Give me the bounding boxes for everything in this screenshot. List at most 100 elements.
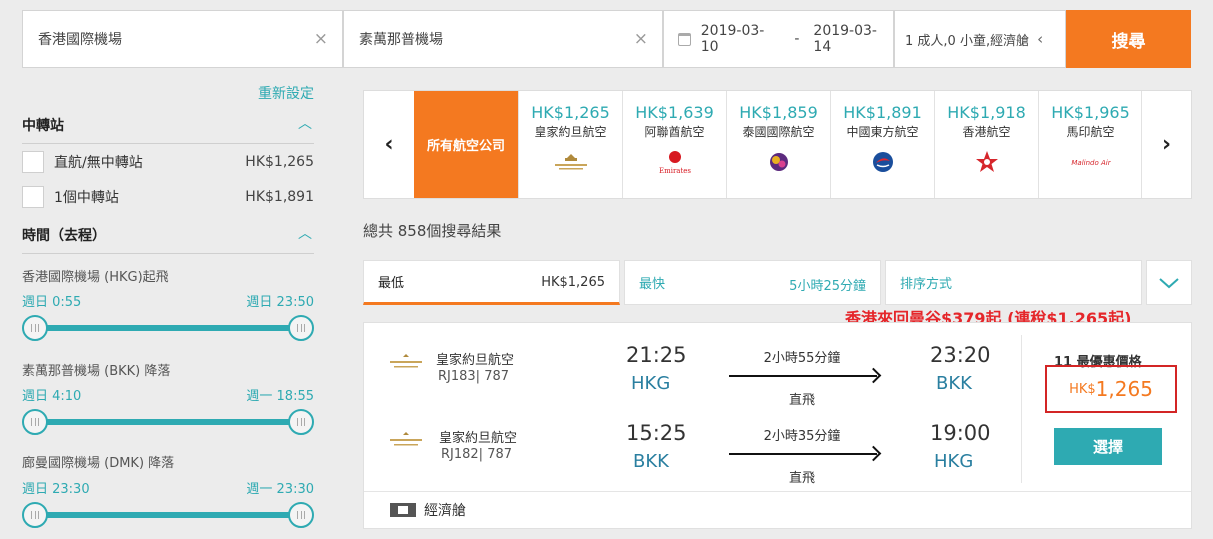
airline-name: 馬印航空 [1066, 125, 1115, 139]
arrival-time: 23:20 [930, 343, 991, 367]
stop-option-label: 1個中轉站 [54, 190, 119, 206]
time-title: 時間（去程） [22, 228, 106, 244]
emirates-logo-icon: Emirates [623, 150, 726, 175]
carousel-next-icon[interactable]: › [1141, 91, 1191, 198]
result-count: 總共 858個搜尋結果 [363, 222, 502, 240]
slider-label-bkk-arrival: 素萬那普機場 (BKK) 降落 [22, 364, 171, 379]
departure-time: 21:25 [626, 343, 687, 367]
sort-tab-cheapest[interactable]: 最低 HK$1,265 [363, 260, 620, 305]
slider-handle-min[interactable] [22, 502, 48, 528]
airline-filter-emirates[interactable]: HK$1,639 阿聯酋航空 Emirates [622, 91, 726, 198]
departure-time: 15:25 [626, 421, 687, 445]
passengers-text: 1 成人,0 小童,經濟艙 [905, 33, 1030, 49]
airline-filter-hong-kong-airlines[interactable]: HK$1,918 香港航空 [934, 91, 1038, 198]
airline-name: 中國東方航空 [846, 125, 919, 139]
cabin-info: 經濟艙 [364, 491, 1191, 528]
destination-field[interactable]: 素萬那普機場 × [343, 10, 663, 68]
airline-filter-china-eastern[interactable]: HK$1,891 中國東方航空 [830, 91, 934, 198]
slider-track-bkk-arrival[interactable] [22, 409, 314, 435]
stop-option-one[interactable]: 1個中轉站 HK$1,891 [22, 185, 314, 209]
slider-to: 週一 23:30 [246, 482, 314, 497]
date-range-field[interactable]: 2019-03-10 - 2019-03-14 [663, 10, 894, 68]
departure-airport: BKK [633, 451, 669, 472]
slider-range-bkk-arrival: 週日 4:10 週一 18:55 [22, 385, 314, 404]
seat-icon [390, 503, 416, 517]
airline-name: 皇家約旦航空 [534, 125, 607, 139]
airline-price: HK$1,965 [1051, 103, 1130, 122]
outbound-leg: 皇家約旦航空 RJ183| 787 21:25 HKG 2小時55分鐘 直飛 2… [364, 335, 1019, 413]
search-button[interactable]: 搜尋 [1066, 10, 1191, 68]
sort-dropdown-button[interactable] [1146, 260, 1192, 305]
royal-jordanian-logo-icon [519, 150, 622, 174]
stops-section-header[interactable]: 中轉站 ︿ [22, 115, 314, 144]
stop-option-price: HK$1,265 [245, 154, 314, 170]
slider-track-dmk-arrival[interactable] [22, 502, 314, 528]
slider-from: 週日 0:55 [22, 295, 82, 310]
passengers-field[interactable]: 1 成人,0 小童,經濟艙 ‹ [894, 10, 1066, 68]
chevron-up-icon[interactable]: ︿ [298, 113, 312, 133]
destination-text: 素萬那普機場 [359, 32, 443, 48]
slider-range-dmk-arrival: 週日 23:30 週一 23:30 [22, 478, 314, 497]
flight-number: RJ182| 787 [441, 447, 513, 462]
arrival-airport: BKK [936, 373, 972, 394]
price-currency: HK$ [1069, 381, 1096, 397]
stops-label: 直飛 [788, 393, 815, 408]
royal-jordanian-logo-icon [390, 432, 422, 446]
slider-track-hkg-departure[interactable] [22, 315, 314, 341]
calendar-icon [678, 32, 691, 46]
chevron-left-icon: ‹ [1037, 30, 1044, 48]
airline-name: 香港航空 [962, 125, 1011, 139]
slider-to: 週日 23:50 [246, 295, 314, 310]
slider-from: 週日 23:30 [22, 482, 90, 497]
slider-handle-min[interactable] [22, 409, 48, 435]
flight-duration: 2小時55分鐘 [763, 351, 841, 366]
slider-handle-min[interactable] [22, 315, 48, 341]
tab-value: HK$1,265 [541, 275, 605, 290]
airline-filter-thai[interactable]: HK$1,859 泰國國際航空 [726, 91, 830, 198]
card-divider [1021, 335, 1022, 483]
one-stop-checkbox[interactable] [22, 186, 44, 208]
departure-airport: HKG [631, 373, 671, 394]
slider-label-hkg-departure: 香港國際機場 (HKG)起飛 [22, 270, 169, 285]
thai-airways-logo-icon [727, 150, 830, 174]
slider-label-dmk-arrival: 廊曼國際機場 (DMK) 降落 [22, 456, 175, 471]
arrow-right-icon [729, 375, 877, 377]
arrival-time: 19:00 [930, 421, 991, 445]
clear-origin-icon[interactable]: × [314, 29, 328, 49]
carousel-prev-icon[interactable]: ‹ [364, 91, 414, 198]
tab-label: 最快 [639, 277, 666, 292]
direct-checkbox[interactable] [22, 151, 44, 173]
slider-to: 週一 18:55 [246, 389, 314, 404]
slider-handle-max[interactable] [288, 409, 314, 435]
airline-name: 阿聯酋航空 [644, 125, 705, 139]
sort-tab-order[interactable]: 排序方式 [885, 260, 1142, 305]
tab-value: 5小時25分鐘 [789, 279, 866, 294]
svg-text:Emirates: Emirates [658, 167, 690, 175]
select-flight-button[interactable]: 選擇 [1054, 428, 1162, 465]
airline-price: HK$1,859 [739, 103, 818, 122]
reset-filters-link[interactable]: 重新設定 [258, 83, 314, 103]
airline-price: HK$1,918 [947, 103, 1026, 122]
flight-result-card: 皇家約旦航空 RJ183| 787 21:25 HKG 2小時55分鐘 直飛 2… [363, 322, 1192, 529]
origin-field[interactable]: 香港國際機場 × [22, 10, 343, 68]
date-separator: - [794, 31, 800, 47]
time-section-header[interactable]: 時間（去程） ︿ [22, 225, 314, 254]
stop-option-label: 直航/無中轉站 [54, 155, 143, 171]
stop-option-direct[interactable]: 直航/無中轉站 HK$1,265 [22, 150, 314, 174]
chevron-down-icon [1159, 277, 1179, 288]
all-airlines-tab[interactable]: 所有航空公司 [414, 91, 518, 198]
highlighted-price: HK$ 1,265 [1045, 365, 1177, 413]
chevron-up-icon[interactable]: ︿ [298, 223, 312, 243]
arrow-right-icon [729, 453, 877, 455]
airline-filter-malindo[interactable]: HK$1,965 馬印航空 Malindo Air [1038, 91, 1142, 198]
airline-price: HK$1,891 [843, 103, 922, 122]
airline-carousel: ‹ 所有航空公司 HK$1,265 皇家約旦航空 HK$1,639 阿聯酋航空 … [363, 90, 1192, 199]
royal-jordanian-logo-icon [390, 354, 422, 368]
arrival-airport: HKG [934, 451, 974, 472]
slider-handle-max[interactable] [288, 315, 314, 341]
sort-tab-fastest[interactable]: 最快 5小時25分鐘 [624, 260, 881, 305]
slider-handle-max[interactable] [288, 502, 314, 528]
airline-filter-royal-jordanian[interactable]: HK$1,265 皇家約旦航空 [518, 91, 622, 198]
flight-duration: 2小時35分鐘 [763, 429, 841, 444]
clear-destination-icon[interactable]: × [634, 29, 648, 49]
